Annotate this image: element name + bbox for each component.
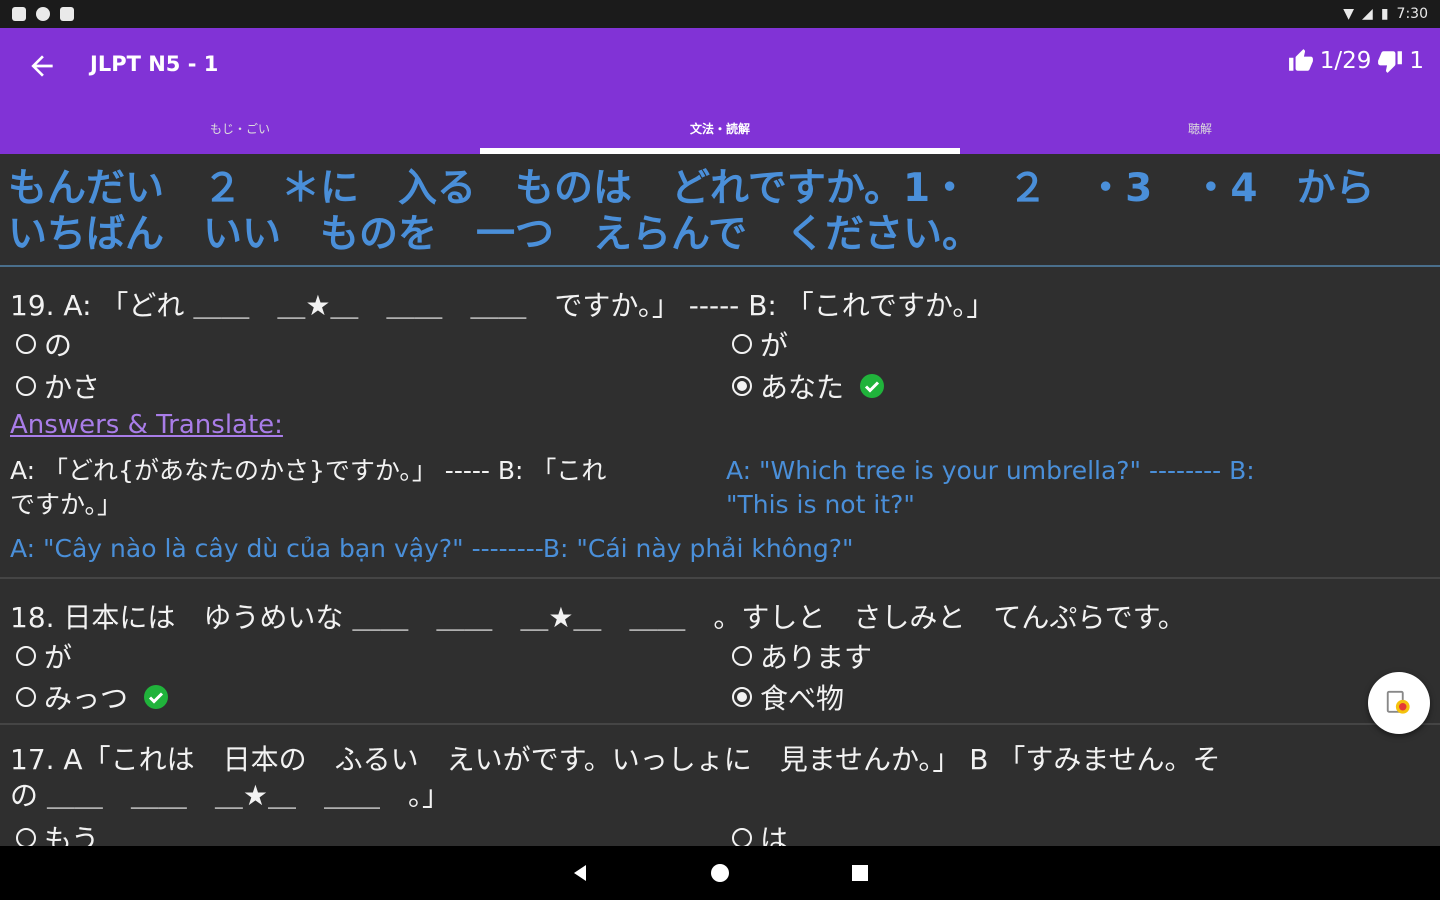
system-navigation-bar — [0, 846, 1440, 900]
option[interactable]: が — [16, 636, 72, 676]
question-text: 19. A: 「どれ ＿＿ ＿★＿ ＿＿ ＿＿ ですか。」 ----- B: 「… — [10, 289, 995, 322]
answer-english: A: "Which tree is your umbrella?" ------… — [726, 456, 1255, 519]
status-bar: ▼ ◢ ▮ 7:30 — [0, 0, 1440, 28]
clock: 7:30 — [1396, 6, 1428, 22]
option[interactable]: みっつ — [16, 677, 169, 717]
exam-record-icon — [1386, 690, 1410, 714]
signal-icon: ◢ — [1362, 6, 1373, 22]
radio-button[interactable] — [732, 646, 752, 666]
option-label: 食べ物 — [760, 682, 845, 715]
tab-listening[interactable]: 聴解 — [960, 110, 1440, 154]
sd-card-icon — [60, 7, 74, 21]
divider — [0, 577, 1440, 579]
option-selected[interactable]: 食べ物 — [732, 677, 844, 717]
radio-button[interactable] — [16, 828, 36, 848]
radio-button[interactable] — [732, 828, 752, 848]
battery-icon: ▮ — [1380, 6, 1389, 22]
tab-bar: もじ・ごい 文法・読解 聴解 — [0, 110, 1440, 154]
option-label: の — [44, 329, 73, 362]
correct-check-icon — [860, 374, 885, 398]
dislikes-count: 1 — [1409, 48, 1424, 74]
likes-count: 1/29 — [1319, 48, 1372, 74]
system-indicators: ▼ ◢ ▮ 7:30 — [1343, 6, 1428, 22]
sync-icon — [36, 7, 50, 21]
thumbs-down-icon[interactable] — [1377, 48, 1403, 74]
floating-action-button[interactable] — [1368, 672, 1430, 734]
radio-button[interactable] — [16, 376, 36, 396]
option-label: が — [44, 641, 73, 674]
question-text: 17. A「これは 日本の ふるい えいがです。いっしょに 見ませんか。」 B … — [10, 743, 1221, 812]
answers-translate-link[interactable]: Answers & Translate: — [10, 410, 283, 440]
wifi-icon: ▼ — [1343, 6, 1355, 22]
question-instruction: もんだい ２ ＊に 入る ものは どれですか。1・ ２ ・3 ・4 から いちば… — [8, 166, 1414, 257]
option-label: あります — [760, 641, 873, 674]
radio-button[interactable] — [16, 334, 36, 354]
back-arrow-icon[interactable] — [26, 50, 58, 82]
option-label: が — [760, 329, 789, 362]
option-label: かさ — [44, 371, 101, 404]
option-label: みっつ — [44, 682, 129, 715]
option[interactable]: の — [16, 324, 72, 364]
notification-icons — [12, 7, 74, 21]
radio-button[interactable] — [732, 334, 752, 354]
vote-counter: 1/29 1 — [1288, 48, 1424, 74]
answer-japanese: A: 「どれ{があなたのかさ}ですか。」 ----- B: 「これですか。」 — [10, 456, 607, 519]
answer-vietnamese: A: "Cây nào là cây dù của bạn vậy?" ----… — [10, 534, 854, 563]
option-selected[interactable]: あなた — [732, 366, 885, 406]
nav-recents-icon[interactable] — [850, 863, 870, 883]
nav-home-icon[interactable] — [710, 863, 730, 883]
option-label: あなた — [760, 371, 845, 404]
thumbs-up-icon[interactable] — [1288, 48, 1314, 74]
divider — [0, 265, 1440, 267]
tab-vocabulary[interactable]: もじ・ごい — [0, 110, 480, 154]
radio-button[interactable] — [16, 646, 36, 666]
option[interactable]: あります — [732, 636, 872, 676]
notification-icon — [12, 7, 26, 21]
divider — [0, 723, 1440, 725]
radio-button-selected[interactable] — [732, 687, 752, 707]
tab-grammar-reading[interactable]: 文法・読解 — [480, 110, 960, 154]
option[interactable]: が — [732, 324, 788, 364]
radio-button[interactable] — [16, 687, 36, 707]
radio-button-selected[interactable] — [732, 376, 752, 396]
page-title: JLPT N5 - 1 — [90, 52, 219, 76]
question-text: 18. 日本には ゆうめいな ＿＿ ＿＿ ＿★＿ ＿＿ 。すしと さしみと てん… — [10, 601, 1186, 634]
nav-back-icon[interactable] — [570, 863, 590, 883]
option[interactable]: かさ — [16, 366, 100, 406]
app-bar: JLPT N5 - 1 1/29 1 もじ・ごい 文法・読解 聴解 — [0, 28, 1440, 154]
correct-check-icon — [144, 685, 169, 709]
